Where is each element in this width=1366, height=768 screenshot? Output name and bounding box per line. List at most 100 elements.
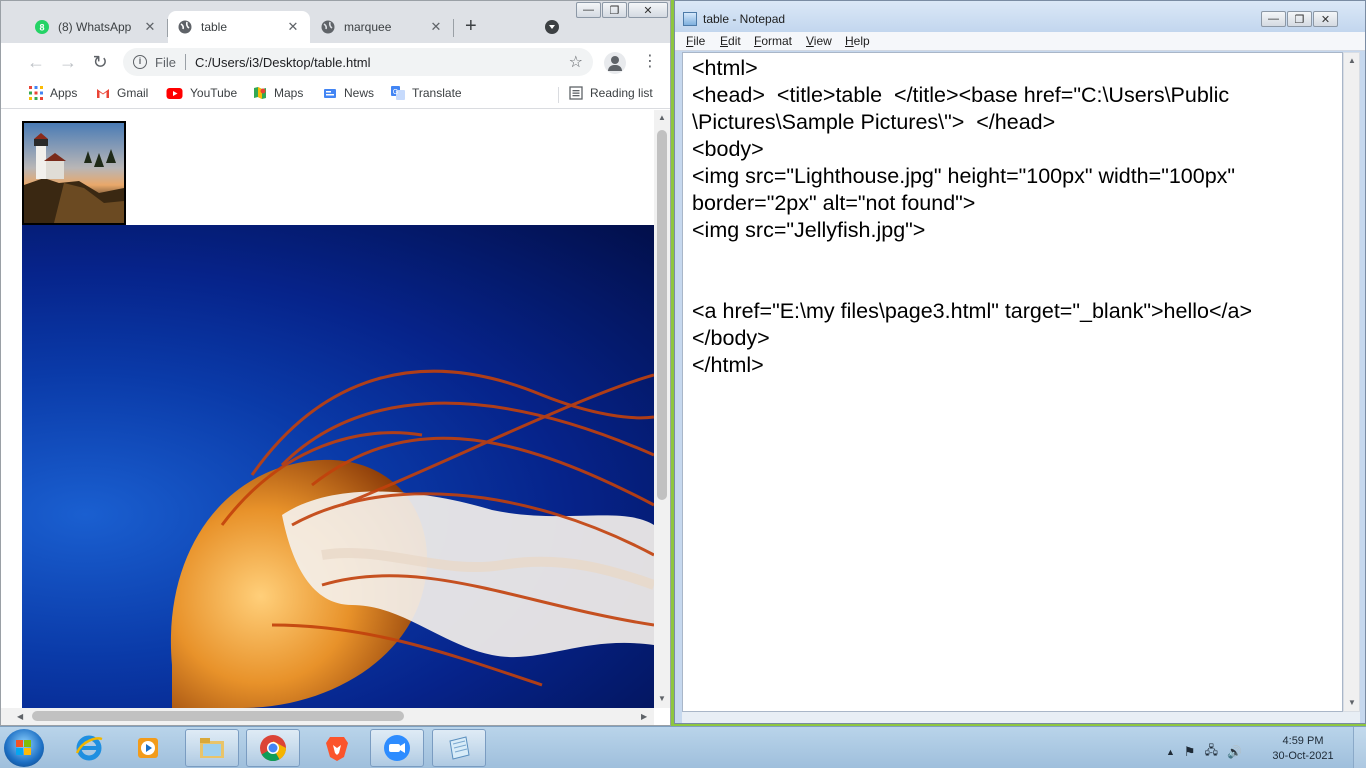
close-tab-icon[interactable]: ✕ xyxy=(286,19,300,35)
minimize-button[interactable]: — xyxy=(576,2,601,18)
notepad-icon xyxy=(449,736,470,760)
maps-icon xyxy=(254,87,266,99)
notepad-window-controls: — ❐ ✕ xyxy=(1260,11,1338,27)
globe-icon xyxy=(321,20,335,34)
bookmark-apps[interactable]: Apps xyxy=(29,86,77,100)
scroll-down-arrow-icon[interactable]: ▼ xyxy=(1348,698,1356,707)
minimize-button[interactable]: — xyxy=(1261,11,1286,27)
url-text[interactable]: C:/Users/i3/Desktop/table.html xyxy=(195,55,569,70)
system-clock[interactable]: 4:59 PM 30-Oct-2021 xyxy=(1258,734,1348,764)
show-hidden-icons-icon[interactable]: ▲ xyxy=(1166,747,1175,757)
globe-icon xyxy=(178,20,192,34)
taskbar-file-explorer[interactable] xyxy=(185,729,239,767)
bookmark-label: News xyxy=(344,86,375,100)
new-tab-button[interactable]: + xyxy=(465,16,477,36)
menu-format[interactable]: Format xyxy=(754,34,792,48)
profile-avatar-icon[interactable] xyxy=(604,52,626,74)
forward-button[interactable]: → xyxy=(58,52,78,72)
svg-text:G: G xyxy=(393,89,398,96)
address-bar[interactable]: i File C:/Users/i3/Desktop/table.html ☆ xyxy=(123,48,593,76)
taskbar-media-player[interactable] xyxy=(122,729,176,767)
action-center-flag-icon[interactable]: ⚑ xyxy=(1184,744,1196,760)
back-button[interactable]: ← xyxy=(26,52,46,72)
scroll-up-arrow-icon[interactable]: ▲ xyxy=(1348,56,1356,65)
vertical-scroll-thumb[interactable] xyxy=(657,130,667,500)
bookmark-gmail[interactable]: Gmail xyxy=(96,86,148,100)
taskbar-brave[interactable] xyxy=(310,729,364,767)
site-info-icon[interactable]: i xyxy=(133,55,147,69)
reload-button[interactable]: ↻ xyxy=(90,52,110,72)
restore-button[interactable]: ❐ xyxy=(602,2,627,18)
close-button[interactable]: ✕ xyxy=(628,2,668,18)
vertical-scrollbar[interactable]: ▲ ▼ xyxy=(654,110,670,708)
jellyfish-picture xyxy=(170,369,654,708)
close-tab-icon[interactable]: ✕ xyxy=(429,19,443,35)
taskbar-chrome[interactable] xyxy=(246,729,300,767)
horizontal-scrollbar[interactable]: ◀ ▶ xyxy=(1,708,654,725)
media-player-icon xyxy=(138,738,158,758)
browser-toolbar: ← → ↻ i File C:/Users/i3/Desktop/table.h… xyxy=(1,43,670,81)
bookmark-translate[interactable]: G Translate xyxy=(391,86,462,100)
file-explorer-icon xyxy=(200,738,224,758)
scroll-right-arrow-icon[interactable]: ▶ xyxy=(641,712,647,721)
tab-strip: 8 (8) WhatsApp ✕ table ✕ marquee ✕ + — ❐… xyxy=(1,1,670,43)
bookmark-label: Gmail xyxy=(117,86,149,100)
bookmark-maps[interactable]: Maps xyxy=(253,86,303,100)
taskbar-notepad[interactable] xyxy=(432,729,486,767)
zoom-icon xyxy=(384,735,410,761)
windows-logo-icon xyxy=(16,740,31,755)
omnibox-divider xyxy=(184,54,186,70)
taskbar-zoom[interactable] xyxy=(370,729,424,767)
horizontal-scroll-thumb[interactable] xyxy=(32,711,404,721)
close-tab-icon[interactable]: ✕ xyxy=(143,19,157,35)
network-icon[interactable]: 🖧 xyxy=(1205,741,1218,762)
lighthouse-picture xyxy=(24,133,124,223)
bookmarks-bar: Apps Gmail YouTube Maps News G Translate… xyxy=(1,81,670,109)
chrome-menu-icon[interactable]: ⋮ xyxy=(642,52,658,72)
gmail-icon xyxy=(97,89,109,98)
show-desktop-button[interactable] xyxy=(1353,727,1366,768)
chrome-icon xyxy=(260,735,287,762)
bookmark-star-icon[interactable]: ☆ xyxy=(569,52,583,72)
scroll-up-arrow-icon[interactable]: ▲ xyxy=(658,113,666,122)
start-button[interactable] xyxy=(4,729,44,767)
whatsapp-badge: 8 xyxy=(39,23,44,33)
tab-title: marquee xyxy=(344,20,392,34)
apps-grid-icon xyxy=(29,86,43,100)
clock-date: 30-Oct-2021 xyxy=(1272,750,1334,762)
menu-help[interactable]: Help xyxy=(845,34,870,48)
tab-search-icon[interactable] xyxy=(545,20,559,34)
notepad-editor[interactable]: <html> <head> <title>table </title><base… xyxy=(682,52,1343,712)
close-button[interactable]: ✕ xyxy=(1313,11,1338,27)
menu-view[interactable]: View xyxy=(806,34,832,48)
youtube-icon xyxy=(166,88,183,99)
page-viewport xyxy=(1,110,654,708)
notepad-menubar: File Edit Format View Help xyxy=(675,32,1365,51)
tab-table[interactable]: table ✕ xyxy=(168,11,310,43)
reading-list-label: Reading list xyxy=(590,86,653,100)
volume-icon[interactable]: 🔊 xyxy=(1227,745,1242,759)
chrome-window-controls: — ❐ ✕ xyxy=(575,2,668,18)
menu-edit[interactable]: Edit xyxy=(720,34,741,48)
tab-title: table xyxy=(201,20,228,34)
reading-list-button[interactable]: Reading list xyxy=(569,86,653,100)
notepad-text-content[interactable]: <html> <head> <title>table </title><base… xyxy=(692,55,1333,379)
notepad-icon xyxy=(683,12,697,26)
taskbar-internet-explorer[interactable] xyxy=(62,729,116,767)
restore-button[interactable]: ❐ xyxy=(1287,11,1312,27)
notepad-titlebar[interactable]: table - Notepad — ❐ ✕ xyxy=(675,1,1365,32)
bookmark-news[interactable]: News xyxy=(323,86,374,100)
chrome-window: 8 (8) WhatsApp ✕ table ✕ marquee ✕ + — ❐… xyxy=(0,0,671,726)
bookmark-label: YouTube xyxy=(190,86,238,100)
reading-list-icon xyxy=(569,86,583,100)
bookmark-youtube[interactable]: YouTube xyxy=(166,86,237,100)
scroll-left-arrow-icon[interactable]: ◀ xyxy=(17,712,23,721)
notepad-vertical-scrollbar[interactable]: ▲ ▼ xyxy=(1343,52,1360,712)
internet-explorer-icon xyxy=(75,735,103,761)
scroll-down-arrow-icon[interactable]: ▼ xyxy=(658,694,666,703)
menu-file[interactable]: File xyxy=(686,34,705,48)
url-scheme-label: File xyxy=(155,54,176,70)
system-tray: ▲ ⚑ 🖧 🔊 xyxy=(1166,741,1242,762)
tab-whatsapp[interactable]: 8 (8) WhatsApp ✕ xyxy=(25,11,167,43)
tab-marquee[interactable]: marquee ✕ xyxy=(311,11,453,43)
